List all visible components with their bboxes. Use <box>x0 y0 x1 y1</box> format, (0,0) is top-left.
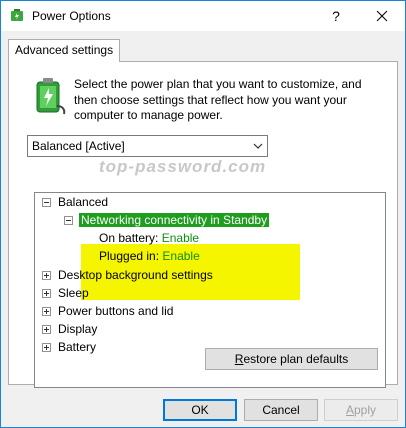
chevron-down-icon <box>253 140 263 154</box>
close-button[interactable] <box>359 1 405 31</box>
collapse-icon[interactable] <box>64 216 73 225</box>
tree-item-sleep[interactable]: Sleep <box>58 285 89 302</box>
power-options-window: Power Options ? Advanced settings Select <box>0 0 406 428</box>
expand-icon[interactable] <box>42 343 51 352</box>
ok-button[interactable]: OK <box>163 399 237 421</box>
button-label: OK <box>191 403 209 417</box>
restore-plan-defaults-button[interactable]: Restore plan defaults <box>205 348 378 370</box>
button-label: pply <box>354 403 377 417</box>
tab-advanced-settings[interactable]: Advanced settings <box>8 39 121 62</box>
setting-value[interactable]: Enable <box>162 249 199 263</box>
access-key: A <box>345 403 354 417</box>
tree-item-display[interactable]: Display <box>58 321 97 338</box>
advanced-settings-panel: Select the power plan that you want to c… <box>8 61 398 388</box>
tree-item-label: Power buttons and lid <box>58 304 174 318</box>
expand-icon[interactable] <box>42 271 51 280</box>
dialog-client-area: Advanced settings Select the power plan … <box>1 31 405 427</box>
tree-item-balanced[interactable]: Balanced <box>58 194 108 211</box>
tree-item-power-buttons[interactable]: Power buttons and lid <box>58 303 173 320</box>
tree-item-label: Display <box>58 322 98 336</box>
power-plan-value: Balanced [Active] <box>32 139 125 153</box>
tree-item-networking-connectivity[interactable]: Networking connectivity in Standby <box>79 212 270 229</box>
expand-icon[interactable] <box>42 289 51 298</box>
tree-item-battery[interactable]: Battery <box>58 339 96 356</box>
intro-text: Select the power plan that you want to c… <box>74 77 362 122</box>
window-title: Power Options <box>32 9 111 23</box>
setting-label: On battery: <box>99 231 159 245</box>
expand-icon[interactable] <box>42 307 51 316</box>
setting-label: Plugged in: <box>99 249 160 263</box>
battery-power-icon <box>31 76 67 116</box>
tree-item-label: Networking connectivity in Standby <box>79 213 270 227</box>
title-bar[interactable]: Power Options ? <box>1 1 405 31</box>
power-plan-dropdown[interactable]: Balanced [Active] <box>27 135 268 157</box>
setting-on-battery[interactable]: On battery: Enable <box>99 230 199 247</box>
cancel-button[interactable]: Cancel <box>244 399 318 421</box>
tree-item-label: Sleep <box>58 286 89 300</box>
apply-button[interactable]: Apply <box>324 399 398 421</box>
help-button[interactable]: ? <box>313 1 359 31</box>
power-options-icon <box>9 8 25 24</box>
question-mark-icon: ? <box>332 8 340 24</box>
button-label: estore plan defaults <box>243 352 349 366</box>
expand-icon[interactable] <box>42 325 51 334</box>
setting-value[interactable]: Enable <box>162 231 199 245</box>
close-icon <box>376 10 388 22</box>
collapse-icon[interactable] <box>42 198 51 207</box>
setting-plugged-in[interactable]: Plugged in: Enable <box>99 248 200 265</box>
tree-item-label: Battery <box>58 340 97 354</box>
button-label: Cancel <box>262 403 300 417</box>
watermark-text: top-password.com <box>99 157 267 176</box>
tree-item-label: Balanced <box>58 195 109 209</box>
tree-item-label: Desktop background settings <box>58 268 213 282</box>
tree-item-desktop-background[interactable]: Desktop background settings <box>58 267 213 284</box>
